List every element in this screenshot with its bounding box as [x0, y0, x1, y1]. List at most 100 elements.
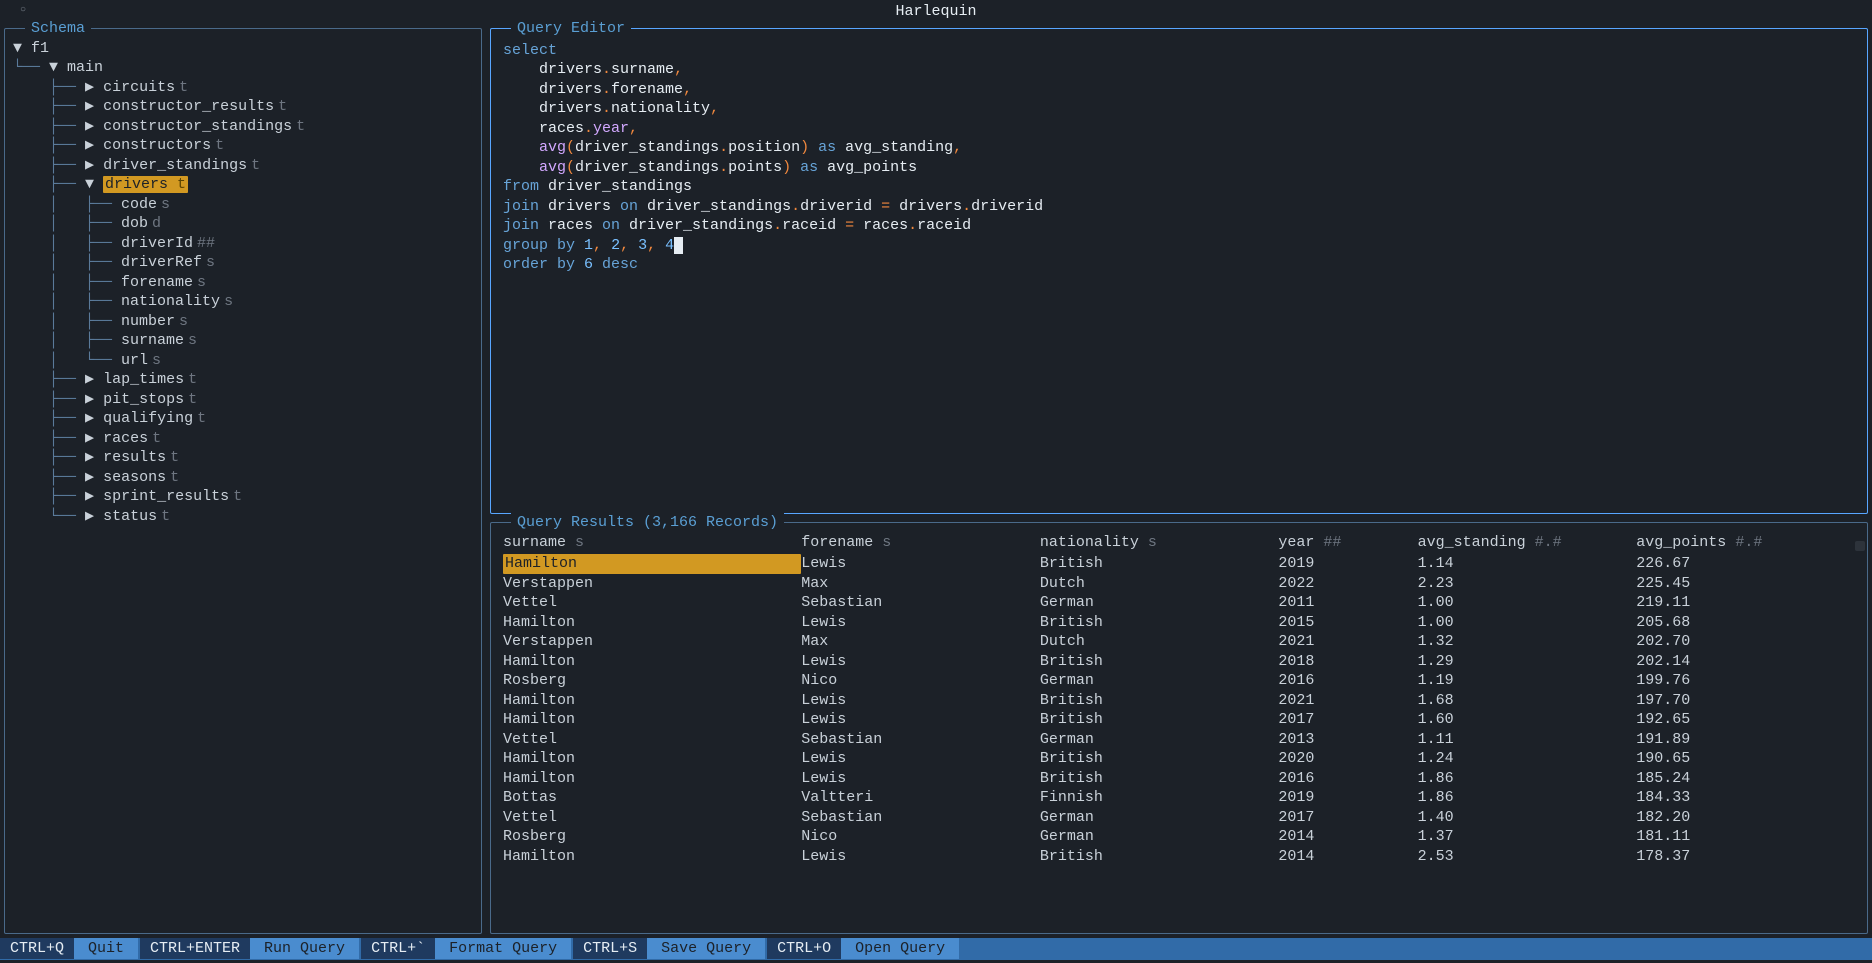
result-cell[interactable]: Rosberg — [503, 827, 801, 847]
result-cell[interactable]: Vettel — [503, 730, 801, 750]
result-cell[interactable]: Finnish — [1040, 788, 1279, 808]
result-row[interactable]: Hamilton Lewis British 2020 1.24 190.65 — [499, 749, 1859, 769]
result-cell[interactable]: 2021 — [1278, 632, 1417, 652]
tree-table-lap_times[interactable]: ├── ▶ lap_timest — [13, 370, 477, 390]
tree-column-url[interactable]: │ └── urls — [13, 351, 477, 371]
result-cell[interactable]: 1.40 — [1418, 808, 1637, 828]
tree-table-constructor_standings[interactable]: ├── ▶ constructor_standingst — [13, 117, 477, 137]
result-cell[interactable]: 225.45 — [1636, 574, 1855, 594]
result-cell[interactable]: British — [1040, 749, 1279, 769]
scrollbar-icon[interactable] — [1855, 541, 1865, 551]
result-cell[interactable]: 2019 — [1278, 788, 1417, 808]
column-header-year[interactable]: year ## — [1278, 533, 1417, 553]
result-cell[interactable]: Hamilton — [503, 652, 801, 672]
tree-column-surname[interactable]: │ ├── surnames — [13, 331, 477, 351]
result-cell[interactable]: British — [1040, 769, 1279, 789]
result-cell[interactable]: German — [1040, 827, 1279, 847]
result-cell[interactable]: 2016 — [1278, 671, 1417, 691]
result-cell[interactable]: 199.76 — [1636, 671, 1855, 691]
result-cell[interactable]: Lewis — [801, 847, 1040, 867]
sql-line[interactable]: join drivers on driver_standings.driveri… — [503, 197, 1855, 217]
result-cell[interactable]: 1.29 — [1418, 652, 1637, 672]
result-cell[interactable]: 191.89 — [1636, 730, 1855, 750]
result-cell[interactable]: 2020 — [1278, 749, 1417, 769]
result-cell[interactable]: 185.24 — [1636, 769, 1855, 789]
tree-db[interactable]: ▼ f1 — [13, 39, 477, 59]
result-row[interactable]: Verstappen Max Dutch 2021 1.32 202.70 — [499, 632, 1859, 652]
result-cell[interactable]: 1.00 — [1418, 593, 1637, 613]
result-row[interactable]: Hamilton Lewis British 2014 2.53 178.37 — [499, 847, 1859, 867]
result-cell[interactable]: Hamilton — [503, 613, 801, 633]
result-cell[interactable]: Hamilton — [503, 749, 801, 769]
result-cell[interactable]: British — [1040, 710, 1279, 730]
result-cell[interactable]: 2013 — [1278, 730, 1417, 750]
column-header-surname[interactable]: surname s — [503, 533, 801, 553]
column-header-nationality[interactable]: nationality s — [1040, 533, 1279, 553]
result-cell[interactable]: 1.14 — [1418, 554, 1637, 574]
tree-column-driverId[interactable]: │ ├── driverId## — [13, 234, 477, 254]
result-cell[interactable]: Sebastian — [801, 808, 1040, 828]
sql-line[interactable]: drivers.surname, — [503, 60, 1855, 80]
result-cell[interactable]: Hamilton — [503, 691, 801, 711]
tree-table-qualifying[interactable]: ├── ▶ qualifyingt — [13, 409, 477, 429]
result-cell[interactable]: 2019 — [1278, 554, 1417, 574]
tree-table-constructors[interactable]: ├── ▶ constructorst — [13, 136, 477, 156]
result-cell[interactable]: 1.19 — [1418, 671, 1637, 691]
tree-table-results[interactable]: ├── ▶ resultst — [13, 448, 477, 468]
result-row[interactable]: Hamilton Lewis British 2019 1.14 226.67 — [499, 554, 1859, 574]
result-cell[interactable]: 192.65 — [1636, 710, 1855, 730]
result-cell[interactable]: 181.11 — [1636, 827, 1855, 847]
sql-line[interactable]: races.year, — [503, 119, 1855, 139]
result-cell[interactable]: 202.70 — [1636, 632, 1855, 652]
result-cell[interactable]: Nico — [801, 827, 1040, 847]
result-cell[interactable]: Lewis — [801, 769, 1040, 789]
result-cell[interactable]: Vettel — [503, 808, 801, 828]
footer-action-open query[interactable]: Open Query — [841, 938, 959, 960]
result-cell[interactable]: Dutch — [1040, 574, 1279, 594]
result-row[interactable]: Bottas Valtteri Finnish 2019 1.86 184.33 — [499, 788, 1859, 808]
footer-action-quit[interactable]: Quit — [74, 938, 138, 960]
result-cell[interactable]: Lewis — [801, 691, 1040, 711]
result-cell[interactable]: British — [1040, 691, 1279, 711]
tree-table-driver_standings[interactable]: ├── ▶ driver_standingst — [13, 156, 477, 176]
result-cell[interactable]: German — [1040, 671, 1279, 691]
result-cell[interactable]: Hamilton — [503, 769, 801, 789]
result-cell[interactable]: 2017 — [1278, 710, 1417, 730]
result-row[interactable]: Hamilton Lewis British 2018 1.29 202.14 — [499, 652, 1859, 672]
result-cell[interactable]: Rosberg — [503, 671, 801, 691]
result-row[interactable]: Hamilton Lewis British 2017 1.60 192.65 — [499, 710, 1859, 730]
tree-column-dob[interactable]: │ ├── dobd — [13, 214, 477, 234]
tree-table-sprint_results[interactable]: ├── ▶ sprint_resultst — [13, 487, 477, 507]
sql-line[interactable]: select — [503, 41, 1855, 61]
tree-table-pit_stops[interactable]: ├── ▶ pit_stopst — [13, 390, 477, 410]
result-row[interactable]: Rosberg Nico German 2016 1.19 199.76 — [499, 671, 1859, 691]
column-header-avg_standing[interactable]: avg_standing #.# — [1418, 533, 1637, 553]
result-cell[interactable]: British — [1040, 652, 1279, 672]
result-cell[interactable]: British — [1040, 554, 1279, 574]
sql-line[interactable]: drivers.nationality, — [503, 99, 1855, 119]
result-cell[interactable]: 182.20 — [1636, 808, 1855, 828]
result-cell[interactable]: Verstappen — [503, 574, 801, 594]
result-cell[interactable]: Sebastian — [801, 593, 1040, 613]
sql-line[interactable]: avg(driver_standings.position) as avg_st… — [503, 138, 1855, 158]
result-cell[interactable]: Max — [801, 632, 1040, 652]
result-cell[interactable]: Hamilton — [503, 710, 801, 730]
result-row[interactable]: Vettel Sebastian German 2017 1.40 182.20 — [499, 808, 1859, 828]
tree-column-nationality[interactable]: │ ├── nationalitys — [13, 292, 477, 312]
footer-action-save query[interactable]: Save Query — [647, 938, 765, 960]
sql-editor[interactable]: select drivers.surname, drivers.forename… — [495, 39, 1863, 277]
result-cell[interactable]: 190.65 — [1636, 749, 1855, 769]
tree-table-drivers[interactable]: ├── ▼ drivers t — [13, 175, 477, 195]
result-cell[interactable]: Max — [801, 574, 1040, 594]
result-cell[interactable]: British — [1040, 613, 1279, 633]
column-header-forename[interactable]: forename s — [801, 533, 1040, 553]
result-cell[interactable]: Lewis — [801, 652, 1040, 672]
schema-tree[interactable]: ▼ f1└── ▼ main ├── ▶ circuitst ├── ▶ con… — [9, 39, 477, 527]
result-cell[interactable]: 1.68 — [1418, 691, 1637, 711]
tree-column-driverRef[interactable]: │ ├── driverRefs — [13, 253, 477, 273]
footer-action-run query[interactable]: Run Query — [250, 938, 359, 960]
result-cell[interactable]: 1.11 — [1418, 730, 1637, 750]
result-cell[interactable]: 202.14 — [1636, 652, 1855, 672]
tree-column-number[interactable]: │ ├── numbers — [13, 312, 477, 332]
result-cell[interactable]: German — [1040, 808, 1279, 828]
